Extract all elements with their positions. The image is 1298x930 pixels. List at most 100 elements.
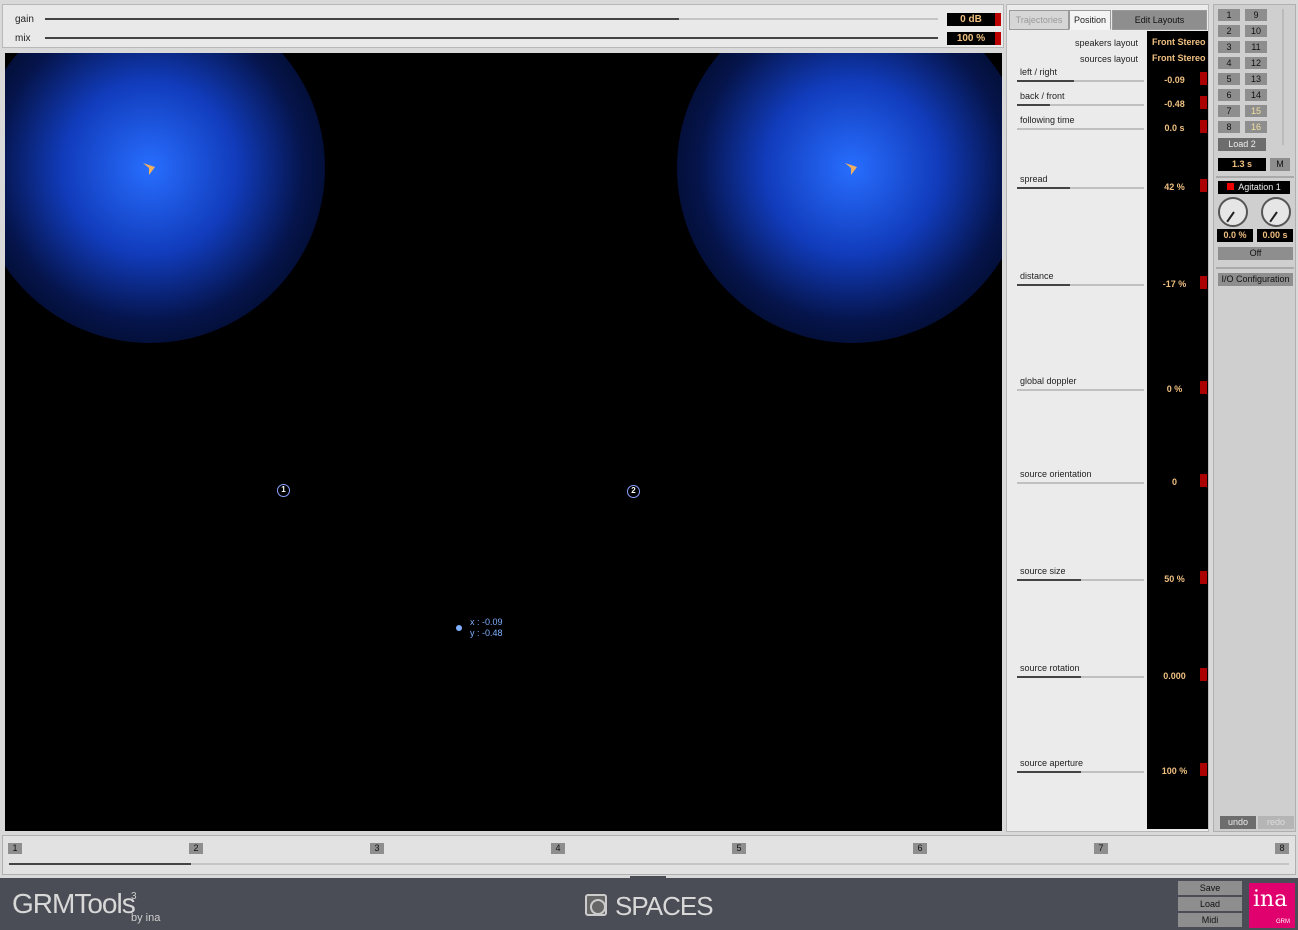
param-value[interactable]: 42 % [1147, 182, 1202, 192]
mix-value[interactable]: 100 % [947, 32, 1001, 45]
side-divider-2 [1216, 267, 1294, 269]
timeline-mark-6[interactable]: 6 [913, 843, 927, 854]
sources-layout-label: sources layout [1079, 54, 1138, 64]
param-value[interactable]: 0 [1147, 477, 1202, 487]
timeline-track[interactable] [9, 863, 1289, 865]
param-slider[interactable] [1017, 676, 1144, 678]
undo-button[interactable]: undo [1220, 816, 1256, 829]
param-slider[interactable] [1017, 389, 1144, 391]
grm-logo-text: GRM [1276, 919, 1290, 925]
preset-14-button[interactable]: 14 [1245, 89, 1267, 101]
timeline-mark-3[interactable]: 3 [370, 843, 384, 854]
preset-6-button[interactable]: 6 [1218, 89, 1240, 101]
gain-indicator [995, 13, 1001, 26]
agitation-amount-value[interactable]: 0.0 % [1217, 229, 1253, 242]
param-label: back / front [1020, 91, 1065, 101]
redo-button[interactable]: redo [1258, 816, 1294, 829]
io-configuration-button[interactable]: I/O Configuration [1218, 273, 1293, 286]
tab-position[interactable]: Position [1069, 10, 1111, 30]
edit-layouts-button[interactable]: Edit Layouts [1112, 10, 1207, 30]
morph-slider[interactable] [1282, 9, 1284, 145]
load-button[interactable]: Load [1178, 897, 1242, 911]
preset-5-button[interactable]: 5 [1218, 73, 1240, 85]
param-slider[interactable] [1017, 482, 1144, 484]
brand-by-ina: by ina [131, 912, 161, 924]
param-slider[interactable] [1017, 80, 1144, 82]
param-value[interactable]: -17 % [1147, 279, 1202, 289]
speaker-right-icon[interactable] [844, 162, 858, 176]
source-2-marker[interactable]: 2 [627, 485, 640, 498]
preset-10-button[interactable]: 10 [1245, 25, 1267, 37]
speaker-left-icon[interactable] [142, 162, 156, 176]
gain-slider[interactable] [45, 18, 938, 20]
param-label: global doppler [1020, 376, 1077, 386]
morph-time-value[interactable]: 1.3 s [1218, 158, 1266, 171]
source-1-marker[interactable]: 1 [277, 484, 290, 497]
preset-7-button[interactable]: 7 [1218, 105, 1240, 117]
tab-trajectories[interactable]: Trajectories [1009, 10, 1069, 30]
mix-slider[interactable] [45, 37, 938, 39]
preset-16-button[interactable]: 16 [1245, 121, 1267, 133]
speaker-right-field [677, 53, 1002, 343]
midi-button[interactable]: Midi [1178, 913, 1242, 927]
param-indicator [1200, 474, 1207, 487]
param-slider[interactable] [1017, 579, 1144, 581]
timeline-mark-4[interactable]: 4 [551, 843, 565, 854]
agitation-off-button[interactable]: Off [1218, 247, 1293, 260]
timeline-mark-7[interactable]: 7 [1094, 843, 1108, 854]
param-indicator [1200, 96, 1207, 109]
top-controls: gain 0 dB mix 100 % [2, 4, 1004, 48]
sources-layout-value[interactable]: Front Stereo [1152, 53, 1206, 63]
param-slider[interactable] [1017, 284, 1144, 286]
preset-1-button[interactable]: 1 [1218, 9, 1240, 21]
param-value[interactable]: -0.09 [1147, 75, 1202, 85]
speakers-layout-value[interactable]: Front Stereo [1152, 37, 1206, 47]
preset-8-button[interactable]: 8 [1218, 121, 1240, 133]
spatial-canvas[interactable]: 1 2 x : -0.09 y : -0.48 [5, 53, 1002, 831]
preset-2-button[interactable]: 2 [1218, 25, 1240, 37]
agitation-led [1227, 183, 1235, 190]
cursor-readout: x : -0.09 y : -0.48 [470, 617, 503, 639]
param-slider-fill [1017, 187, 1070, 189]
timeline-mark-1[interactable]: 1 [8, 843, 22, 854]
side-panel: 1 2 3 4 5 6 7 8 9 10 11 12 13 14 15 16 Load 2 1.3 s M A… [1213, 4, 1296, 832]
preset-11-button[interactable]: 11 [1245, 41, 1267, 53]
position-cursor[interactable] [456, 625, 462, 631]
preset-3-button[interactable]: 3 [1218, 41, 1240, 53]
param-indicator [1200, 120, 1207, 133]
preset-4-button[interactable]: 4 [1218, 57, 1240, 69]
param-slider[interactable] [1017, 187, 1144, 189]
param-slider[interactable] [1017, 771, 1144, 773]
param-value[interactable]: 0.000 [1147, 671, 1202, 681]
param-label: spread [1020, 174, 1048, 184]
timeline-mark-5[interactable]: 5 [732, 843, 746, 854]
brand-version: 3 [131, 891, 137, 902]
param-indicator [1200, 276, 1207, 289]
param-value[interactable]: 50 % [1147, 574, 1202, 584]
param-value[interactable]: 100 % [1147, 766, 1202, 776]
param-value[interactable]: 0 % [1147, 384, 1202, 394]
agitation-time-value[interactable]: 0.00 s [1257, 229, 1293, 242]
timeline-mark-8[interactable]: 8 [1275, 843, 1289, 854]
gain-value[interactable]: 0 dB [947, 13, 1001, 26]
param-indicator [1200, 763, 1207, 776]
param-label: source orientation [1020, 469, 1092, 479]
param-slider[interactable] [1017, 128, 1144, 130]
param-slider[interactable] [1017, 104, 1144, 106]
agitation-amount-knob[interactable] [1218, 197, 1248, 227]
preset-13-button[interactable]: 13 [1245, 73, 1267, 85]
preset-9-button[interactable]: 9 [1245, 9, 1267, 21]
preset-12-button[interactable]: 12 [1245, 57, 1267, 69]
param-value[interactable]: 0.0 s [1147, 123, 1202, 133]
preset-15-button[interactable]: 15 [1245, 105, 1267, 117]
param-value[interactable]: -0.48 [1147, 99, 1202, 109]
timeline-mark-2[interactable]: 2 [189, 843, 203, 854]
save-button[interactable]: Save [1178, 881, 1242, 895]
load-preset-button[interactable]: Load 2 [1218, 138, 1266, 151]
footer-bar: GRMTools 3 by ina SPACES Save Load Midi … [0, 878, 1298, 930]
agitation-time-knob[interactable] [1261, 197, 1291, 227]
ina-grm-logo[interactable]: ina GRM [1249, 883, 1295, 928]
agitation-selector[interactable]: Agitation 1 [1218, 181, 1290, 194]
m-button[interactable]: M [1270, 158, 1290, 171]
preset-timeline[interactable]: 1 2 3 4 5 6 7 8 [2, 835, 1296, 875]
